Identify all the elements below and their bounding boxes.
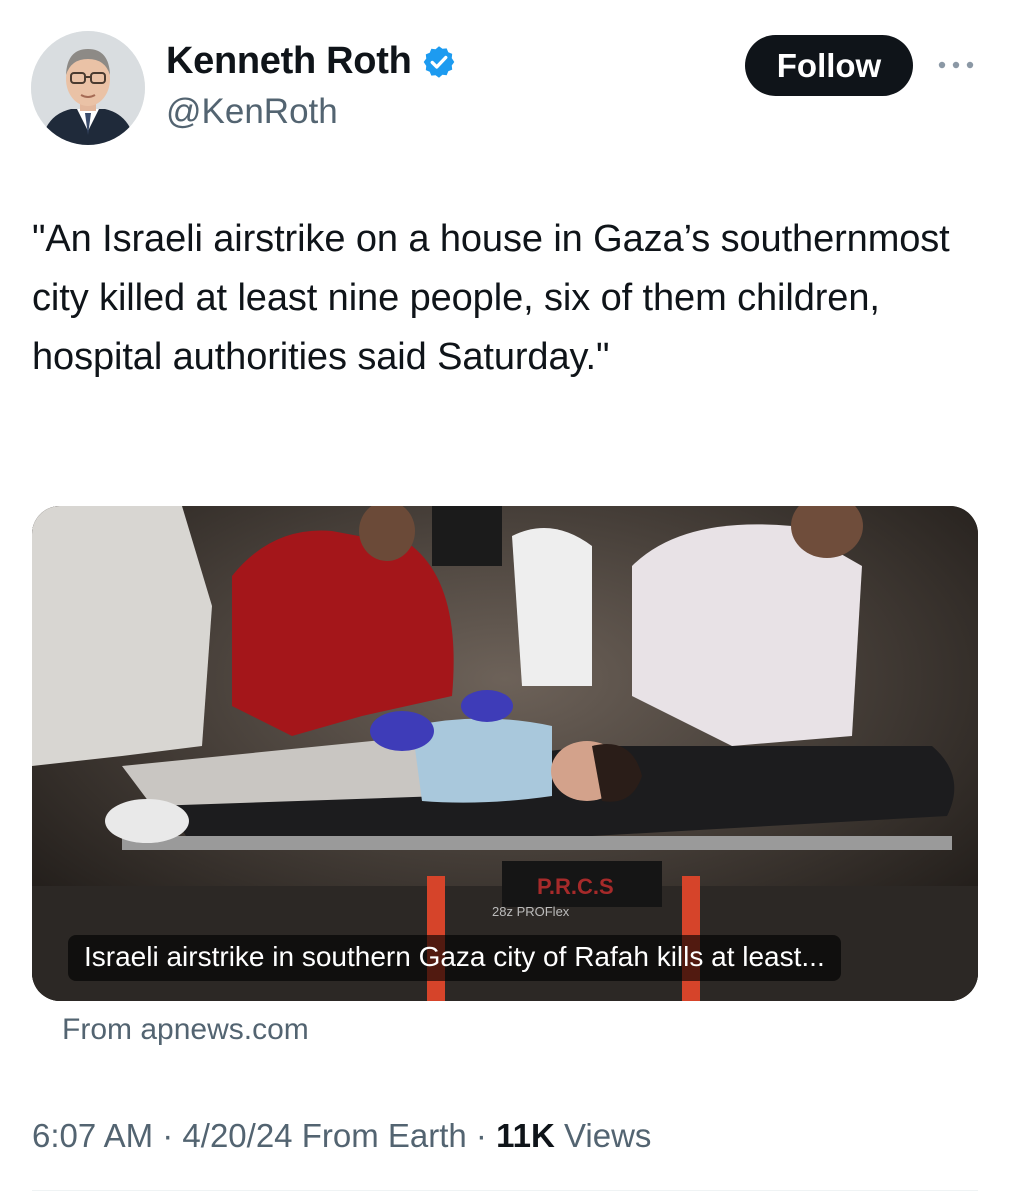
- stretcher-model: 28z PROFlex: [492, 904, 570, 919]
- author-avatar[interactable]: [31, 31, 145, 145]
- follow-button[interactable]: Follow: [745, 35, 913, 96]
- tweet-header: Kenneth Roth @KenRoth Follow: [0, 0, 1010, 160]
- link-source[interactable]: From apnews.com: [62, 1013, 309, 1047]
- author-name-row: Kenneth Roth: [166, 40, 457, 83]
- divider: [32, 1190, 978, 1191]
- tweet-location: From Earth: [301, 1117, 467, 1154]
- card-image: P.R.C.S 28z PROFlex: [32, 506, 978, 1001]
- meta-separator: ·: [475, 1117, 487, 1154]
- meta-separator: ·: [162, 1117, 174, 1154]
- link-card[interactable]: P.R.C.S 28z PROFlex Israeli airstrike in…: [32, 506, 978, 1001]
- views-label: Views: [563, 1117, 652, 1154]
- tweet-date[interactable]: 4/20/24: [182, 1117, 292, 1154]
- author-handle[interactable]: @KenRoth: [166, 92, 338, 132]
- avatar-image: [31, 31, 145, 145]
- views-count[interactable]: 11K: [496, 1117, 555, 1154]
- more-horizontal-icon[interactable]: [935, 50, 977, 80]
- stretcher-label: P.R.C.S: [537, 874, 614, 899]
- card-caption[interactable]: Israeli airstrike in southern Gaza city …: [68, 935, 841, 981]
- verified-badge-icon[interactable]: [421, 44, 457, 80]
- tweet-text: "An Israeli airstrike on a house in Gaza…: [32, 218, 950, 378]
- tweet-time[interactable]: 6:07 AM: [32, 1117, 153, 1154]
- author-display-name[interactable]: Kenneth Roth: [166, 40, 412, 83]
- tweet-meta: 6:07 AM · 4/20/24 From Earth · 11K Views: [32, 1117, 651, 1155]
